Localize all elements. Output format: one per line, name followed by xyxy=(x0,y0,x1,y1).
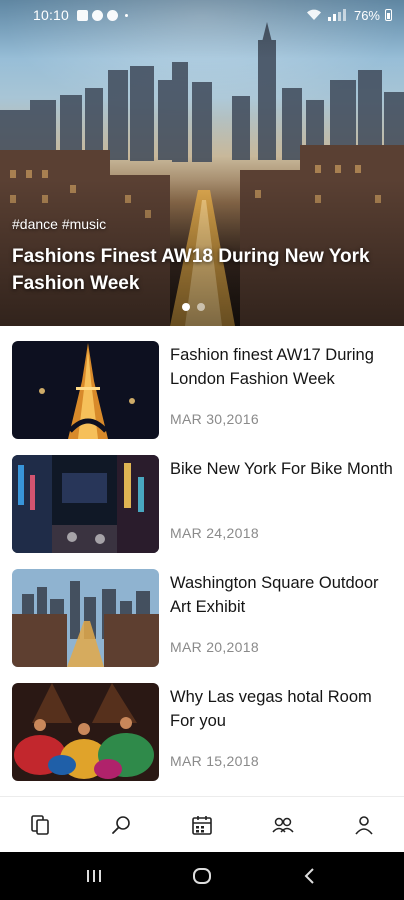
city-skyline-image xyxy=(12,569,159,667)
recents-button[interactable] xyxy=(64,852,124,900)
article-date: MAR 20,2018 xyxy=(170,639,259,655)
bottom-navigation xyxy=(0,796,404,852)
eiffel-tower-image xyxy=(12,341,159,439)
back-button[interactable] xyxy=(280,852,340,900)
nav-people-button[interactable] xyxy=(253,797,313,853)
article-thumbnail[interactable] xyxy=(12,683,159,781)
notification-icon xyxy=(77,9,89,21)
article-title[interactable]: Washington Square Outdoor Art Exhibit xyxy=(170,571,398,619)
status-bar: 10:10 76% xyxy=(0,0,404,30)
article-date: MAR 15,2018 xyxy=(170,753,259,769)
article-date: MAR 24,2018 xyxy=(170,525,259,541)
people-icon xyxy=(272,817,294,833)
list-item[interactable]: Washington Square Outdoor Art Exhibit MA… xyxy=(12,569,396,667)
nav-search-button[interactable] xyxy=(91,797,151,853)
signal-icon xyxy=(327,9,346,21)
carousel-dot-active xyxy=(182,303,190,311)
list-item[interactable]: Fashion finest AW17 During London Fashio… xyxy=(12,341,396,439)
carousel-dot xyxy=(197,303,205,311)
nav-pages-button[interactable] xyxy=(10,797,70,853)
more-notifications-icon xyxy=(125,13,129,17)
list-item[interactable]: Why Las vegas hotal Room For you MAR 15,… xyxy=(12,683,396,781)
article-title[interactable]: Fashion finest AW17 During London Fashio… xyxy=(170,343,398,391)
hero-tags[interactable]: #dance #music xyxy=(12,216,106,232)
article-thumbnail[interactable] xyxy=(12,341,159,439)
calendar-icon xyxy=(192,815,212,835)
status-time: 10:10 xyxy=(33,7,70,23)
chat-icon xyxy=(107,9,119,21)
city-street-image xyxy=(12,455,159,553)
list-item[interactable]: Bike New York For Bike Month MAR 24,2018 xyxy=(12,455,396,553)
search-icon xyxy=(112,815,130,834)
system-navigation-bar xyxy=(0,852,404,900)
home-icon xyxy=(193,868,211,884)
dancers-image xyxy=(12,683,159,781)
wifi-icon xyxy=(306,9,321,20)
battery-icon xyxy=(385,9,392,21)
nav-calendar-button[interactable] xyxy=(172,797,232,853)
article-title[interactable]: Why Las vegas hotal Room For you xyxy=(170,685,398,733)
phone-icon xyxy=(92,9,104,21)
article-title[interactable]: Bike New York For Bike Month xyxy=(170,457,398,481)
home-button[interactable] xyxy=(172,852,232,900)
hero-banner[interactable]: 10:10 76% #dance #music Fashions Finest … xyxy=(0,0,404,326)
nav-profile-button[interactable] xyxy=(334,797,394,853)
article-thumbnail[interactable] xyxy=(12,455,159,553)
carousel-indicator xyxy=(182,303,205,311)
recents-icon xyxy=(87,870,101,882)
article-date: MAR 30,2016 xyxy=(170,411,259,427)
battery-percent: 76% xyxy=(353,7,380,23)
article-thumbnail[interactable] xyxy=(12,569,159,667)
pages-icon xyxy=(31,814,50,835)
back-icon xyxy=(304,868,314,884)
hero-title[interactable]: Fashions Finest AW18 During New York Fas… xyxy=(12,243,382,297)
profile-icon xyxy=(354,815,373,835)
